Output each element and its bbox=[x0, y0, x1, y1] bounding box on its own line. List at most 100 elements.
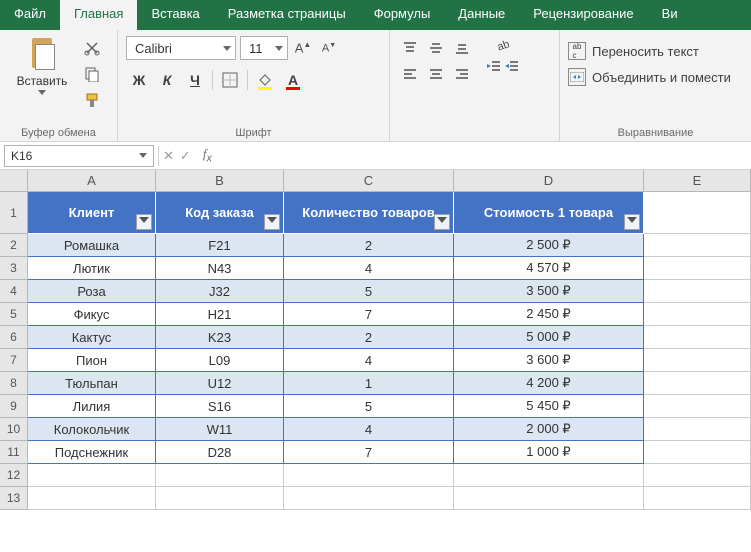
cell[interactable]: Кактус bbox=[28, 326, 156, 349]
row-header[interactable]: 2 bbox=[0, 234, 28, 257]
cell[interactable]: 4 200 ₽ bbox=[454, 372, 644, 395]
cell[interactable] bbox=[644, 257, 751, 280]
cell[interactable] bbox=[644, 303, 751, 326]
cell[interactable] bbox=[28, 464, 156, 487]
copy-button[interactable] bbox=[82, 64, 102, 84]
col-header-D[interactable]: D bbox=[454, 170, 644, 191]
col-header-C[interactable]: C bbox=[284, 170, 454, 191]
row-header[interactable]: 4 bbox=[0, 280, 28, 303]
cell[interactable] bbox=[156, 487, 284, 510]
font-name-combo[interactable]: Calibri bbox=[126, 36, 236, 60]
cell[interactable] bbox=[644, 464, 751, 487]
tab-file[interactable]: Файл bbox=[0, 0, 60, 30]
increase-indent-button[interactable] bbox=[504, 58, 520, 74]
cut-button[interactable] bbox=[82, 38, 102, 58]
cell[interactable]: 5 450 ₽ bbox=[454, 395, 644, 418]
cell[interactable]: K23 bbox=[156, 326, 284, 349]
cell[interactable]: Пион bbox=[28, 349, 156, 372]
cell[interactable] bbox=[644, 192, 751, 234]
tab-view[interactable]: Ви bbox=[648, 0, 692, 30]
align-right-button[interactable] bbox=[450, 62, 474, 86]
cell[interactable] bbox=[28, 487, 156, 510]
table-header-cell[interactable]: Клиент bbox=[28, 192, 156, 234]
row-header[interactable]: 12 bbox=[0, 464, 28, 487]
decrease-indent-button[interactable] bbox=[486, 58, 502, 74]
cell[interactable] bbox=[644, 372, 751, 395]
cell[interactable]: 4 bbox=[284, 418, 454, 441]
name-box[interactable]: K16 bbox=[4, 145, 154, 167]
cell[interactable]: J32 bbox=[156, 280, 284, 303]
cell[interactable]: 4 bbox=[284, 349, 454, 372]
cell[interactable] bbox=[284, 464, 454, 487]
tab-review[interactable]: Рецензирование bbox=[519, 0, 647, 30]
row-header[interactable]: 5 bbox=[0, 303, 28, 326]
cell[interactable]: 2 000 ₽ bbox=[454, 418, 644, 441]
cell[interactable]: Лилия bbox=[28, 395, 156, 418]
cell[interactable]: 3 500 ₽ bbox=[454, 280, 644, 303]
cell[interactable] bbox=[644, 487, 751, 510]
align-middle-button[interactable] bbox=[424, 36, 448, 60]
tab-home[interactable]: Главная bbox=[60, 0, 137, 30]
cell[interactable]: 2 bbox=[284, 234, 454, 257]
cell[interactable] bbox=[156, 464, 284, 487]
cell[interactable]: 2 500 ₽ bbox=[454, 234, 644, 257]
cell[interactable]: U12 bbox=[156, 372, 284, 395]
cell[interactable]: 1 bbox=[284, 372, 454, 395]
cell[interactable]: S16 bbox=[156, 395, 284, 418]
cell[interactable]: 1 000 ₽ bbox=[454, 441, 644, 464]
col-header-B[interactable]: B bbox=[156, 170, 284, 191]
cell[interactable]: D28 bbox=[156, 441, 284, 464]
cell[interactable] bbox=[644, 234, 751, 257]
underline-button[interactable]: Ч bbox=[182, 68, 208, 92]
merge-center-button[interactable]: Объединить и помести bbox=[568, 68, 731, 86]
cell[interactable] bbox=[644, 441, 751, 464]
row-header[interactable]: 9 bbox=[0, 395, 28, 418]
col-header-E[interactable]: E bbox=[644, 170, 751, 191]
cell[interactable]: 2 bbox=[284, 326, 454, 349]
cell[interactable] bbox=[454, 487, 644, 510]
paste-button[interactable]: Вставить bbox=[8, 36, 76, 95]
cell[interactable]: 4 570 ₽ bbox=[454, 257, 644, 280]
cell[interactable]: 7 bbox=[284, 441, 454, 464]
cell[interactable]: Фикус bbox=[28, 303, 156, 326]
cell[interactable]: Роза bbox=[28, 280, 156, 303]
row-header[interactable]: 10 bbox=[0, 418, 28, 441]
cell[interactable] bbox=[644, 349, 751, 372]
cell[interactable] bbox=[644, 418, 751, 441]
cell[interactable]: F21 bbox=[156, 234, 284, 257]
tab-data[interactable]: Данные bbox=[444, 0, 519, 30]
cell[interactable]: Тюльпан bbox=[28, 372, 156, 395]
filter-button[interactable] bbox=[264, 214, 280, 230]
cell[interactable]: H21 bbox=[156, 303, 284, 326]
cell[interactable]: 7 bbox=[284, 303, 454, 326]
italic-button[interactable]: К bbox=[154, 68, 180, 92]
shrink-font-button[interactable]: A▼ bbox=[318, 37, 340, 59]
table-header-cell[interactable]: Код заказа bbox=[156, 192, 284, 234]
cell[interactable]: Ромашка bbox=[28, 234, 156, 257]
cell[interactable]: 5 000 ₽ bbox=[454, 326, 644, 349]
table-header-cell[interactable]: Стоимость 1 товара bbox=[454, 192, 644, 234]
cell[interactable]: L09 bbox=[156, 349, 284, 372]
cell[interactable]: 4 bbox=[284, 257, 454, 280]
fill-color-button[interactable] bbox=[252, 68, 278, 92]
filter-button[interactable] bbox=[136, 214, 152, 230]
font-size-combo[interactable]: 11 bbox=[240, 36, 288, 60]
cell[interactable] bbox=[644, 395, 751, 418]
font-color-button[interactable]: A bbox=[280, 68, 306, 92]
grow-font-button[interactable]: A▲ bbox=[292, 37, 314, 59]
filter-button[interactable] bbox=[434, 214, 450, 230]
orientation-button[interactable]: ab bbox=[486, 36, 520, 54]
tab-insert[interactable]: Вставка bbox=[137, 0, 213, 30]
cell[interactable] bbox=[284, 487, 454, 510]
row-header[interactable]: 6 bbox=[0, 326, 28, 349]
select-all-corner[interactable] bbox=[0, 170, 28, 191]
accept-formula-button[interactable]: ✓ bbox=[180, 148, 191, 164]
align-left-button[interactable] bbox=[398, 62, 422, 86]
col-header-A[interactable]: A bbox=[28, 170, 156, 191]
cell[interactable] bbox=[644, 280, 751, 303]
row-header[interactable]: 1 bbox=[0, 192, 28, 234]
align-top-button[interactable] bbox=[398, 36, 422, 60]
row-header[interactable]: 3 bbox=[0, 257, 28, 280]
cell[interactable] bbox=[454, 464, 644, 487]
cell[interactable]: W11 bbox=[156, 418, 284, 441]
